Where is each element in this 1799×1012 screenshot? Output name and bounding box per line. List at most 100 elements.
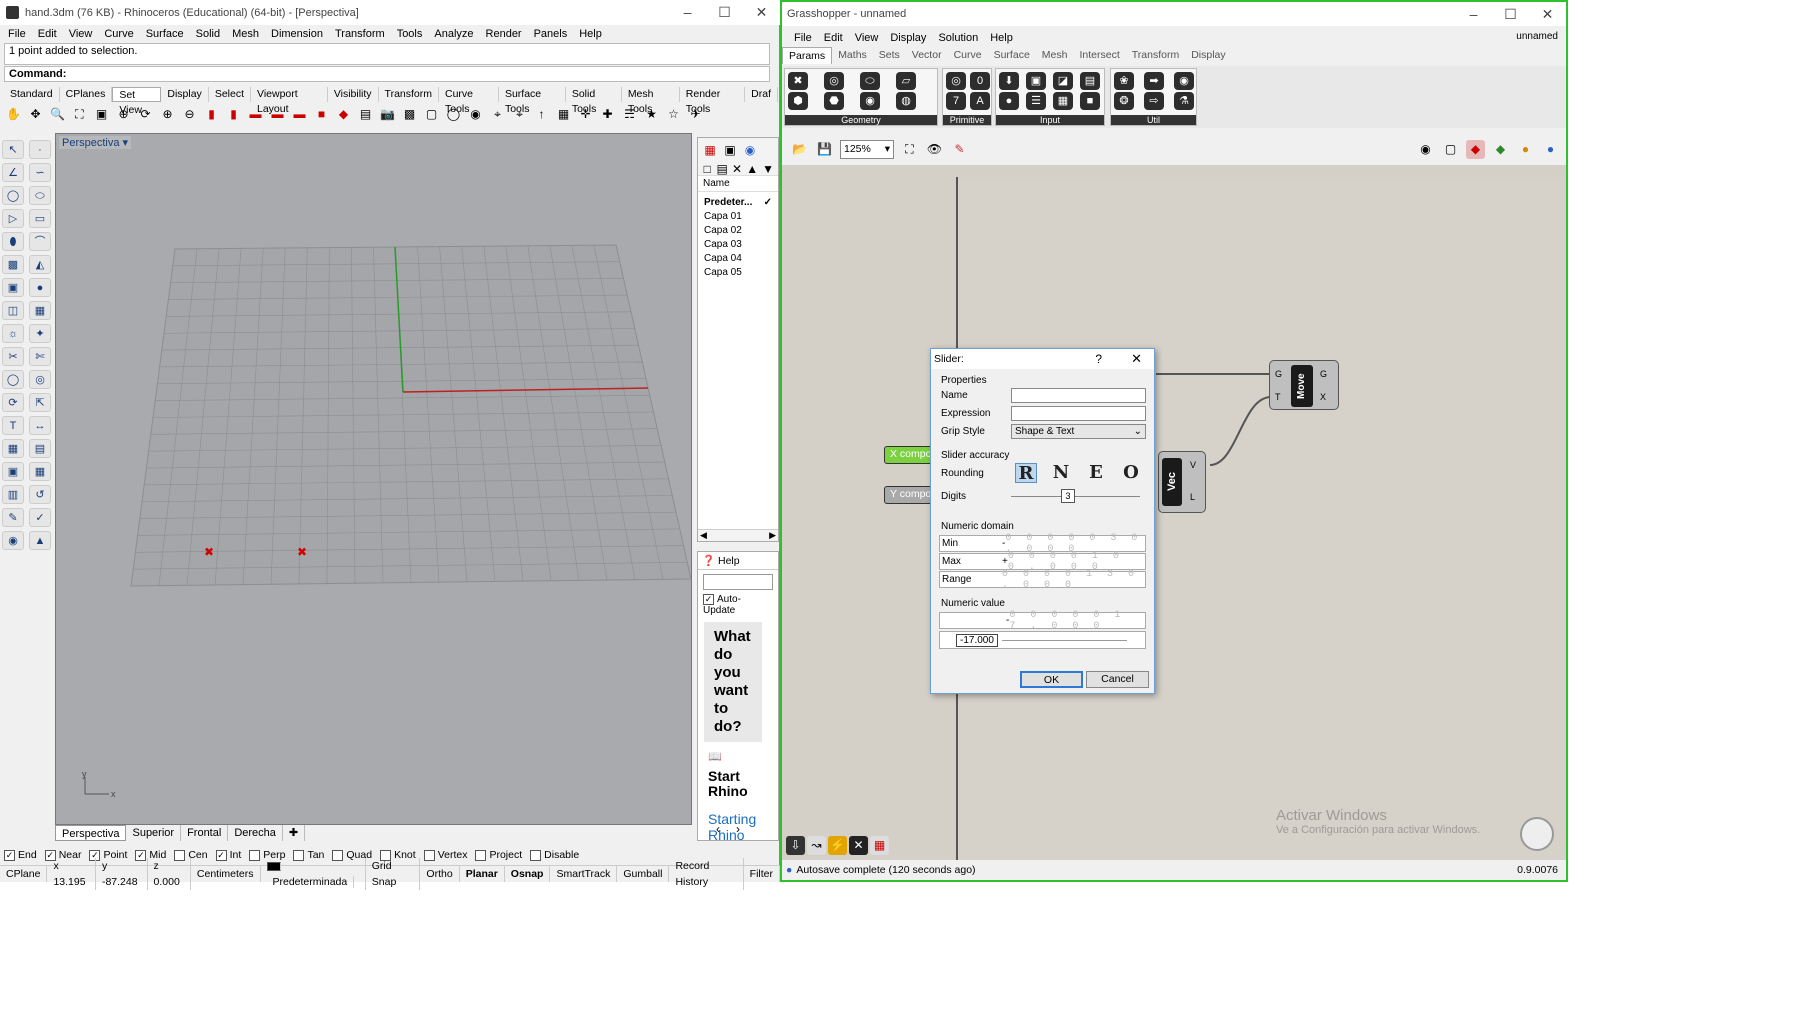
dialog-close-icon[interactable]: ✕ (1131, 351, 1142, 367)
digits-value[interactable]: 3 (1061, 488, 1075, 503)
add-viewport-icon[interactable]: ✚ (283, 825, 306, 841)
hatch-icon[interactable]: ▤ (29, 439, 51, 458)
text-icon[interactable]: T (2, 416, 24, 435)
filter-toggle[interactable]: Filter (744, 866, 780, 882)
split-icon[interactable]: ✄ (29, 347, 51, 366)
current-layer[interactable]: Predeterminada (261, 858, 366, 890)
gh-tab-sets[interactable]: Sets (873, 47, 906, 64)
osnap-checkbox-icon[interactable] (423, 849, 435, 861)
gradient-icon[interactable]: ▤ (1080, 72, 1100, 90)
osnap-disable[interactable]: Disable (530, 849, 579, 861)
gh-disable-icon[interactable]: ✕ (849, 836, 868, 855)
vp-tab-frontal[interactable]: Frontal (181, 825, 229, 841)
gh-tab-params[interactable]: Params (782, 47, 833, 64)
mesh-param-icon[interactable]: ⬢ (788, 92, 808, 110)
center-icon[interactable]: ⌖ (510, 105, 529, 124)
gumball-toggle[interactable]: Gumball (617, 866, 670, 882)
text-param-icon[interactable]: A (970, 92, 990, 110)
value-digits[interactable]: 0 0 0 0 0 1 7 . 0 0 0 (1009, 610, 1145, 632)
gh-tab-intersect[interactable]: Intersect (1073, 47, 1125, 64)
surface-param-icon[interactable]: ▱ (896, 72, 916, 90)
tab-viewport-layout[interactable]: Viewport Layout (251, 87, 328, 115)
value-row[interactable]: -0 0 0 0 0 1 7 . 0 0 0 (939, 610, 1146, 632)
gh-group-primitive-label[interactable]: Primitive (943, 115, 991, 125)
clipping-icon[interactable]: ◉ (466, 105, 485, 124)
gh-minimize-button[interactable]: – (1455, 2, 1492, 27)
gh-import-icon[interactable]: ⇩ (786, 836, 805, 855)
shaded-icon[interactable]: ◆ (1466, 139, 1485, 159)
move-up-icon[interactable]: ▲ (746, 160, 758, 176)
polyline-icon[interactable]: ∠ (2, 163, 24, 182)
command-input[interactable]: Command: (4, 66, 770, 82)
osnap-toggle[interactable]: Osnap (505, 866, 551, 882)
value-slider-grip[interactable]: -17.000 (956, 633, 998, 647)
cylinder-icon[interactable]: ◫ (2, 301, 24, 320)
osnap-checkbox-icon[interactable] (530, 849, 542, 861)
zoom-out-icon[interactable]: ⊖ (180, 105, 199, 124)
tab-render-tools[interactable]: Render Tools (680, 87, 746, 115)
ortho-toggle[interactable]: Ortho (420, 866, 460, 882)
layer-capa-02[interactable]: Capa 02 (698, 224, 778, 238)
gh-group-geometry-label[interactable]: Geometry (785, 115, 937, 125)
tab-mesh-tools[interactable]: Mesh Tools (622, 87, 680, 115)
mesh-icon[interactable]: ▦ (29, 301, 51, 320)
curve-icon[interactable]: ∽ (29, 163, 51, 182)
rounding-o-button[interactable]: O (1120, 463, 1142, 483)
surface-icon[interactable]: ▩ (2, 255, 24, 274)
tab-drafting[interactable]: Draf (745, 87, 779, 102)
trim-icon[interactable]: ✂ (2, 347, 24, 366)
perspective-viewport[interactable]: Perspectiva ▾ ✖ ✖ y x (55, 133, 692, 825)
capture-icon[interactable]: ▩ (400, 105, 419, 124)
name-input[interactable] (1011, 387, 1146, 403)
gh-canvas[interactable]: X compo Y compo Vec V L G T Move G X Act… (782, 165, 1566, 860)
table-icon[interactable]: ▦ (29, 462, 51, 481)
units[interactable]: Centimeters (191, 866, 261, 882)
gh-tab-surface[interactable]: Surface (988, 47, 1036, 64)
gh-tab-vector[interactable]: Vector (906, 47, 948, 64)
grip-style-select[interactable]: Shape & Text ⌄ (1011, 423, 1146, 439)
place-camera-icon[interactable]: ▦ (554, 105, 573, 124)
box-icon[interactable]: ▣ (2, 278, 24, 297)
plane-view-icon[interactable]: ✈ (686, 105, 705, 124)
field-param-icon[interactable]: ⬣ (824, 92, 844, 110)
menu-panels[interactable]: Panels (528, 28, 574, 40)
layers-hscrollbar[interactable]: ◀ ▶ (698, 529, 778, 541)
boolean-icon[interactable]: ● (29, 278, 51, 297)
button-icon[interactable]: ● (999, 92, 1019, 110)
osnap-int[interactable]: ✓ Int (215, 849, 241, 861)
maximize-button[interactable]: ☐ (706, 0, 743, 25)
jump-icon[interactable]: ◉ (1174, 72, 1194, 90)
block-icon[interactable]: ▣ (2, 462, 24, 481)
menu-transform[interactable]: Transform (329, 28, 391, 40)
gh-menu-display[interactable]: Display (884, 32, 932, 44)
osnap-project[interactable]: Project (475, 849, 522, 861)
grid-snap-toggle[interactable]: Grid Snap (366, 858, 421, 890)
curve-param-icon[interactable]: ⬭ (860, 72, 880, 90)
close-button[interactable]: ✕ (743, 0, 780, 25)
polygon-icon[interactable]: ▷ (2, 209, 24, 228)
osnap-checkbox-icon[interactable]: ✓ (4, 849, 15, 861)
brep-param-icon[interactable]: ◉ (860, 92, 880, 110)
move-t-input[interactable]: T (1275, 392, 1281, 402)
list-icon[interactable]: ☰ (1026, 92, 1046, 110)
menu-view[interactable]: View (63, 28, 99, 40)
slider-input-icon[interactable]: ■ (1080, 92, 1100, 110)
max-row[interactable]: Max +0 0 0 0 1 0 0 . 0 0 0 (939, 551, 1146, 573)
tab-set-view[interactable]: Set View (112, 87, 162, 116)
gh-tab-transform[interactable]: Transform (1126, 47, 1185, 64)
delete-layer-icon[interactable]: ✕ (732, 160, 742, 176)
layer-capa-05[interactable]: Capa 05 (698, 266, 778, 280)
cancel-button[interactable]: Cancel (1086, 671, 1149, 688)
material-icon[interactable]: ▲ (29, 531, 51, 550)
osnap-checkbox-icon[interactable] (475, 849, 487, 861)
gh-menu-file[interactable]: File (788, 32, 818, 44)
zoom-selected-icon[interactable]: ⊕ (114, 105, 133, 124)
scale-icon[interactable]: ⇱ (29, 393, 51, 412)
gh-graph-icon[interactable]: ↝ (807, 836, 826, 855)
gh-tab-display[interactable]: Display (1185, 47, 1231, 64)
menu-help[interactable]: Help (573, 28, 608, 40)
named-views-icon[interactable]: ▤ (356, 105, 375, 124)
new-layer-icon[interactable]: □ (702, 160, 712, 176)
parallel-icon[interactable]: ▢ (422, 105, 441, 124)
join-icon[interactable]: ◎ (29, 370, 51, 389)
